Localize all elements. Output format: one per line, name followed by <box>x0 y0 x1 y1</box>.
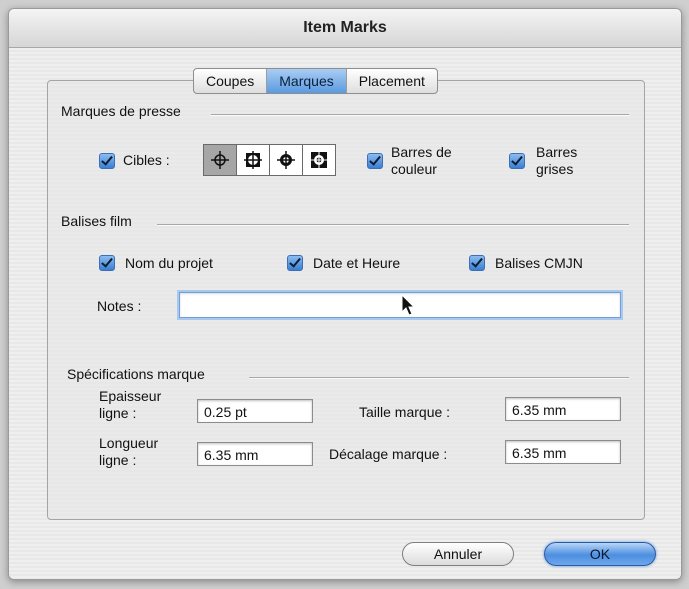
film-marks-divider <box>157 224 629 225</box>
tab-placement[interactable]: Placement <box>347 69 437 93</box>
line-weight-label-line1: Epaisseur <box>99 388 162 404</box>
line-weight-field[interactable]: 0.25 pt <box>197 399 313 423</box>
gray-bars-label-line1: Barres <box>536 144 578 160</box>
line-length-field[interactable]: 6.35 mm <box>197 442 313 466</box>
press-marks-divider <box>211 114 629 115</box>
mark-specs-title: Spécifications marque <box>67 366 205 382</box>
box-target-icon[interactable] <box>237 145 270 175</box>
mark-offset-field[interactable]: 6.35 mm <box>505 440 621 464</box>
cancel-button[interactable]: Annuler <box>402 542 514 566</box>
tab-coupes[interactable]: Coupes <box>194 69 268 93</box>
line-length-label-line1: Longueur <box>99 435 159 451</box>
project-name-checkbox[interactable] <box>99 255 115 271</box>
cmyk-marks-label: Balises CMJN <box>495 255 583 271</box>
color-bars-label: Barres de couleur <box>391 144 452 178</box>
gray-bars-label: Barres grises <box>536 144 577 178</box>
mouse-pointer-icon <box>401 294 416 316</box>
notes-field[interactable] <box>179 292 621 318</box>
line-length-label-line2: ligne : <box>99 452 137 468</box>
gray-bars-label-line2: grises <box>536 161 574 177</box>
dialog-content: Coupes Marques Placement Marques de pres… <box>9 48 681 579</box>
targets-checkbox[interactable] <box>99 153 115 169</box>
target-selector <box>203 144 336 176</box>
color-bars-label-line2: couleur <box>391 161 437 177</box>
color-bars-label-line1: Barres de <box>391 144 452 160</box>
film-marks-title: Balises film <box>61 213 132 229</box>
line-weight-label-line2: ligne : <box>99 405 137 421</box>
gray-bars-checkbox[interactable] <box>509 153 525 169</box>
line-weight-label: Epaisseur ligne : <box>99 388 161 422</box>
line-length-label: Longueur ligne : <box>99 435 158 469</box>
cmyk-marks-checkbox[interactable] <box>469 255 485 271</box>
mark-size-field[interactable]: 6.35 mm <box>505 397 621 421</box>
targets-label: Cibles : <box>123 152 170 168</box>
ok-button[interactable]: OK <box>544 542 656 566</box>
mark-size-label: Taille marque : <box>359 404 451 420</box>
square-gear-target-icon[interactable] <box>303 145 335 175</box>
notes-label: Notes : <box>97 298 142 314</box>
mark-offset-label: Décalage marque : <box>329 446 448 462</box>
color-bars-checkbox[interactable] <box>367 153 383 169</box>
date-time-checkbox[interactable] <box>287 255 303 271</box>
date-time-label: Date et Heure <box>313 255 401 271</box>
window-title: Item Marks <box>303 19 387 36</box>
project-name-label: Nom du projet <box>125 255 213 271</box>
press-marks-title: Marques de presse <box>61 103 181 119</box>
gear-target-icon[interactable] <box>270 145 303 175</box>
tab-marques[interactable]: Marques <box>267 69 347 93</box>
title-bar: Item Marks <box>9 9 681 48</box>
tab-bar: Coupes Marques Placement <box>193 68 438 94</box>
crosshair-target-icon[interactable] <box>204 145 237 175</box>
item-marks-dialog: Item Marks Coupes Marques Placement Marq… <box>8 8 682 580</box>
mark-specs-divider <box>249 377 629 378</box>
